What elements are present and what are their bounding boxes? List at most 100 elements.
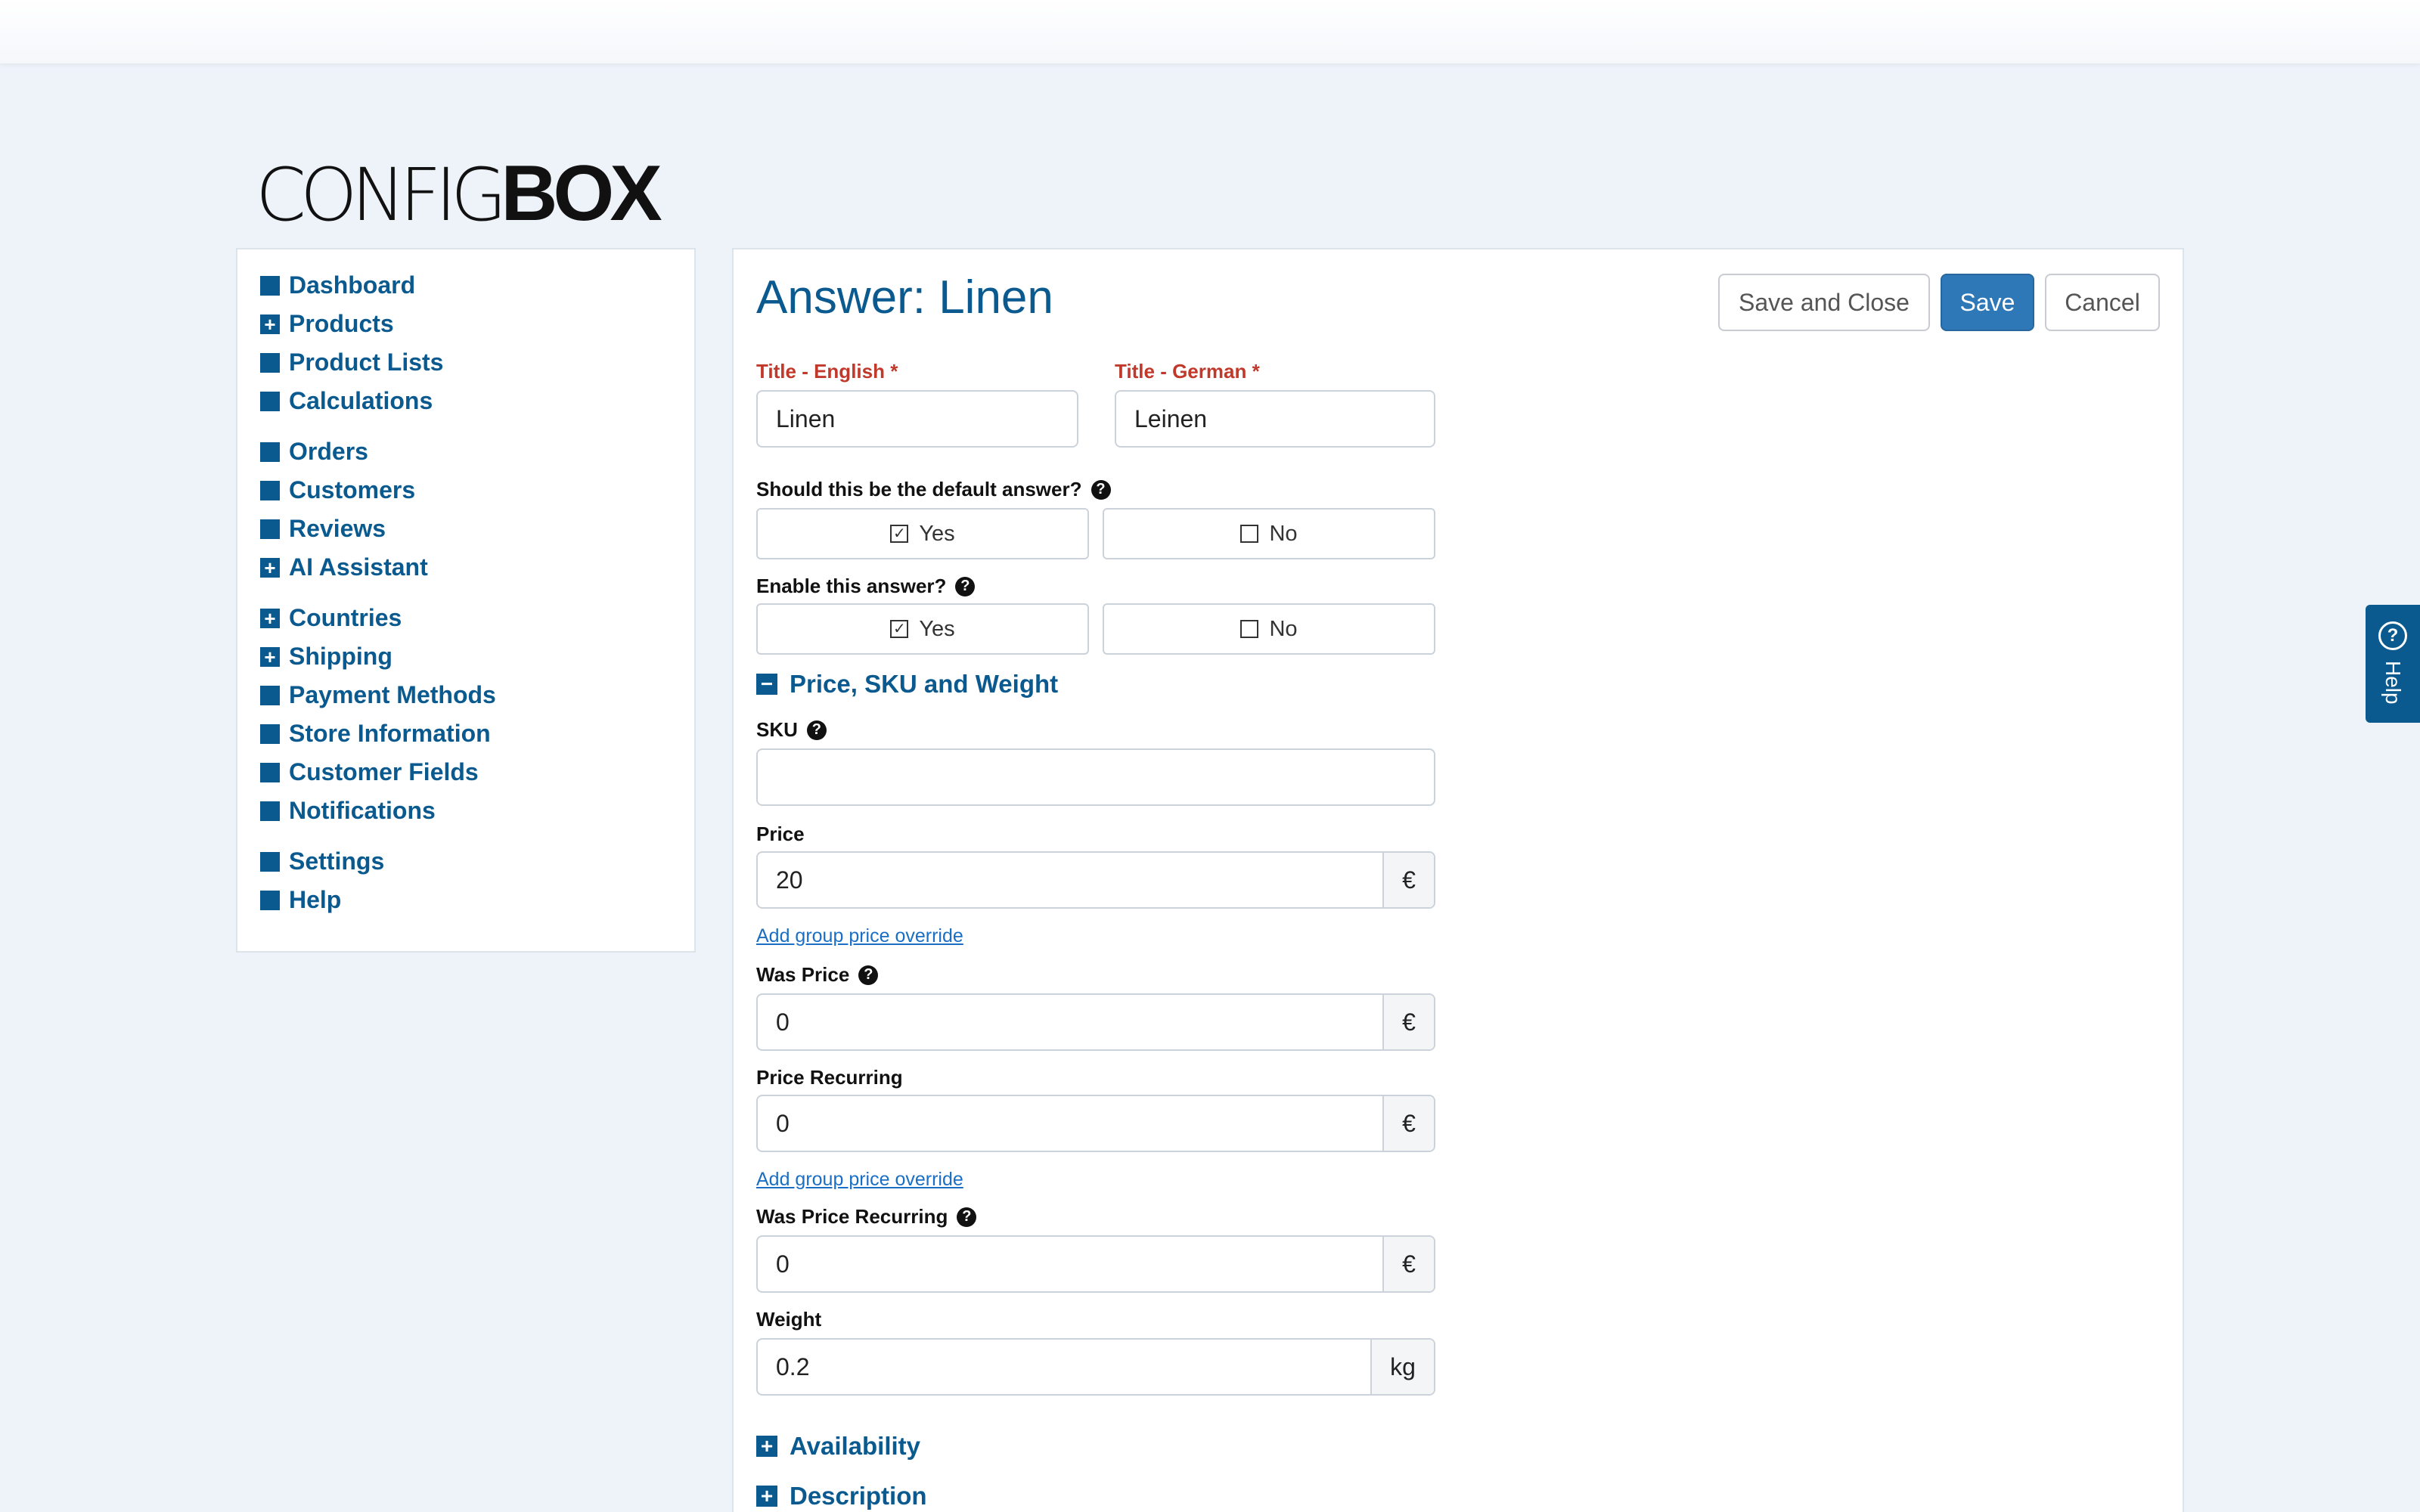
sidebar-item-products[interactable]: + Products — [260, 305, 694, 343]
sidebar-item-label: Shipping — [289, 643, 392, 670]
sidebar-item-countries[interactable]: + Countries — [260, 599, 694, 637]
save-and-close-button[interactable]: Save and Close — [1718, 274, 1930, 331]
square-icon — [260, 519, 280, 539]
was-price-recurring-label: Was Price Recurring? — [756, 1205, 977, 1228]
square-icon — [260, 480, 280, 500]
price-input[interactable]: 20 — [758, 853, 1382, 907]
unchecked-checkbox-icon — [1240, 620, 1259, 638]
question-icon[interactable]: ? — [955, 576, 976, 596]
title-english-input[interactable]: Linen — [756, 390, 1078, 448]
sidebar-item-store-information[interactable]: Store Information — [260, 714, 694, 753]
help-tab[interactable]: ? Help — [2366, 605, 2420, 723]
question-icon[interactable]: ? — [858, 965, 879, 985]
square-icon — [260, 890, 280, 910]
page-title: Answer: Linen — [756, 271, 1053, 324]
top-bar — [0, 0, 2420, 64]
was-price-input[interactable]: 0 — [758, 995, 1382, 1049]
sidebar-item-settings[interactable]: Settings — [260, 842, 694, 881]
sidebar-item-label: Product Lists — [289, 349, 444, 376]
sidebar-item-label: Dashboard — [289, 271, 416, 299]
question-icon[interactable]: ? — [1091, 479, 1111, 500]
plus-box-icon: + — [756, 1484, 777, 1507]
sku-label: SKU? — [756, 718, 827, 742]
sidebar-item-label: Orders — [289, 438, 368, 465]
title-german-input[interactable]: Leinen — [1115, 390, 1435, 448]
sidebar-item-label: Calculations — [289, 387, 433, 414]
main-panel: Answer: Linen Save and Close Save Cancel… — [732, 248, 2184, 1512]
sidebar-item-label: Reviews — [289, 515, 386, 542]
square-icon — [260, 352, 280, 373]
was-price-recurring-input-group: 0 € — [756, 1235, 1435, 1293]
sidebar-item-customers[interactable]: Customers — [260, 471, 694, 510]
sidebar-item-label: Customer Fields — [289, 758, 479, 785]
plus-box-icon: + — [260, 608, 280, 628]
weight-input[interactable]: 0.2 — [758, 1340, 1370, 1394]
minus-box-icon: − — [756, 672, 777, 696]
sidebar-item-shipping[interactable]: + Shipping — [260, 637, 694, 676]
price-recurring-label: Price Recurring — [756, 1066, 903, 1089]
was-price-label: Was Price? — [756, 963, 879, 987]
default-answer-no-toggle[interactable]: No — [1103, 508, 1435, 559]
sidebar-item-reviews[interactable]: Reviews — [260, 510, 694, 548]
sidebar-group: Orders Customers Reviews + AI Assistant — [260, 432, 694, 587]
weight-label: Weight — [756, 1308, 822, 1331]
sidebar-item-ai-assistant[interactable]: + AI Assistant — [260, 548, 694, 587]
weight-unit-addon: kg — [1370, 1340, 1434, 1394]
currency-addon: € — [1382, 853, 1434, 907]
default-answer-yes-toggle[interactable]: ✓ Yes — [756, 508, 1089, 559]
sidebar-item-label: Payment Methods — [289, 681, 496, 708]
enable-answer-yes-toggle[interactable]: ✓ Yes — [756, 603, 1089, 655]
sidebar-item-product-lists[interactable]: Product Lists — [260, 343, 694, 382]
unchecked-checkbox-icon — [1240, 525, 1259, 543]
weight-input-group: 0.2 kg — [756, 1338, 1435, 1396]
sidebar-item-dashboard[interactable]: Dashboard — [260, 266, 694, 305]
price-recurring-input-group: 0 € — [756, 1095, 1435, 1152]
sidebar-item-label: Customers — [289, 476, 416, 503]
enable-answer-label: Enable this answer?? — [756, 575, 976, 598]
square-icon — [260, 391, 280, 411]
question-icon[interactable]: ? — [806, 720, 827, 740]
sidebar-group: Dashboard + Products Product Lists Calculati… — [260, 266, 694, 420]
square-icon — [260, 851, 280, 872]
price-recurring-input[interactable]: 0 — [758, 1096, 1382, 1151]
was-price-input-group: 0 € — [756, 993, 1435, 1051]
enable-answer-no-toggle[interactable]: No — [1103, 603, 1435, 655]
sidebar-item-label: Products — [289, 310, 394, 337]
currency-addon: € — [1382, 1096, 1434, 1151]
title-english-label: Title - English * — [756, 360, 898, 383]
section-availability[interactable]: + Availability — [756, 1432, 920, 1461]
sidebar-item-label: Settings — [289, 847, 385, 875]
sidebar-item-help[interactable]: Help — [260, 881, 694, 919]
was-price-recurring-input[interactable]: 0 — [758, 1237, 1382, 1291]
default-answer-label: Should this be the default answer?? — [756, 478, 1111, 501]
sidebar-group: + Countries + Shipping Payment Methods Store … — [260, 599, 694, 830]
plus-box-icon: + — [260, 557, 280, 578]
sidebar-group: Settings Help — [260, 842, 694, 919]
sidebar-item-orders[interactable]: Orders — [260, 432, 694, 471]
plus-box-icon: + — [260, 646, 280, 667]
sidebar-item-label: Notifications — [289, 797, 436, 824]
add-group-price-override-link[interactable]: Add group price override — [756, 925, 963, 947]
sidebar-item-calculations[interactable]: Calculations — [260, 382, 694, 420]
square-icon — [260, 801, 280, 821]
checked-checkbox-icon: ✓ — [890, 525, 909, 543]
square-icon — [260, 723, 280, 744]
sidebar-item-label: Store Information — [289, 720, 491, 747]
sidebar-item-label: Help — [289, 886, 342, 913]
question-circle-icon: ? — [2378, 621, 2407, 650]
square-icon — [260, 442, 280, 462]
sidebar-item-customer-fields[interactable]: Customer Fields — [260, 753, 694, 792]
sku-input[interactable] — [756, 748, 1435, 806]
section-description[interactable]: + Description — [756, 1482, 927, 1510]
price-input-group: 20 € — [756, 851, 1435, 909]
question-icon[interactable]: ? — [957, 1207, 977, 1227]
add-group-price-override-recurring-link[interactable]: Add group price override — [756, 1169, 963, 1191]
sidebar-item-notifications[interactable]: Notifications — [260, 792, 694, 830]
price-label: Price — [756, 823, 805, 845]
save-button[interactable]: Save — [1941, 274, 2034, 331]
sidebar-item-payment-methods[interactable]: Payment Methods — [260, 676, 694, 714]
square-icon — [260, 275, 280, 296]
section-price-sku-weight[interactable]: − Price, SKU and Weight — [756, 670, 1058, 699]
configbox-logo: CONFIGBOX — [256, 150, 662, 237]
cancel-button[interactable]: Cancel — [2045, 274, 2160, 331]
